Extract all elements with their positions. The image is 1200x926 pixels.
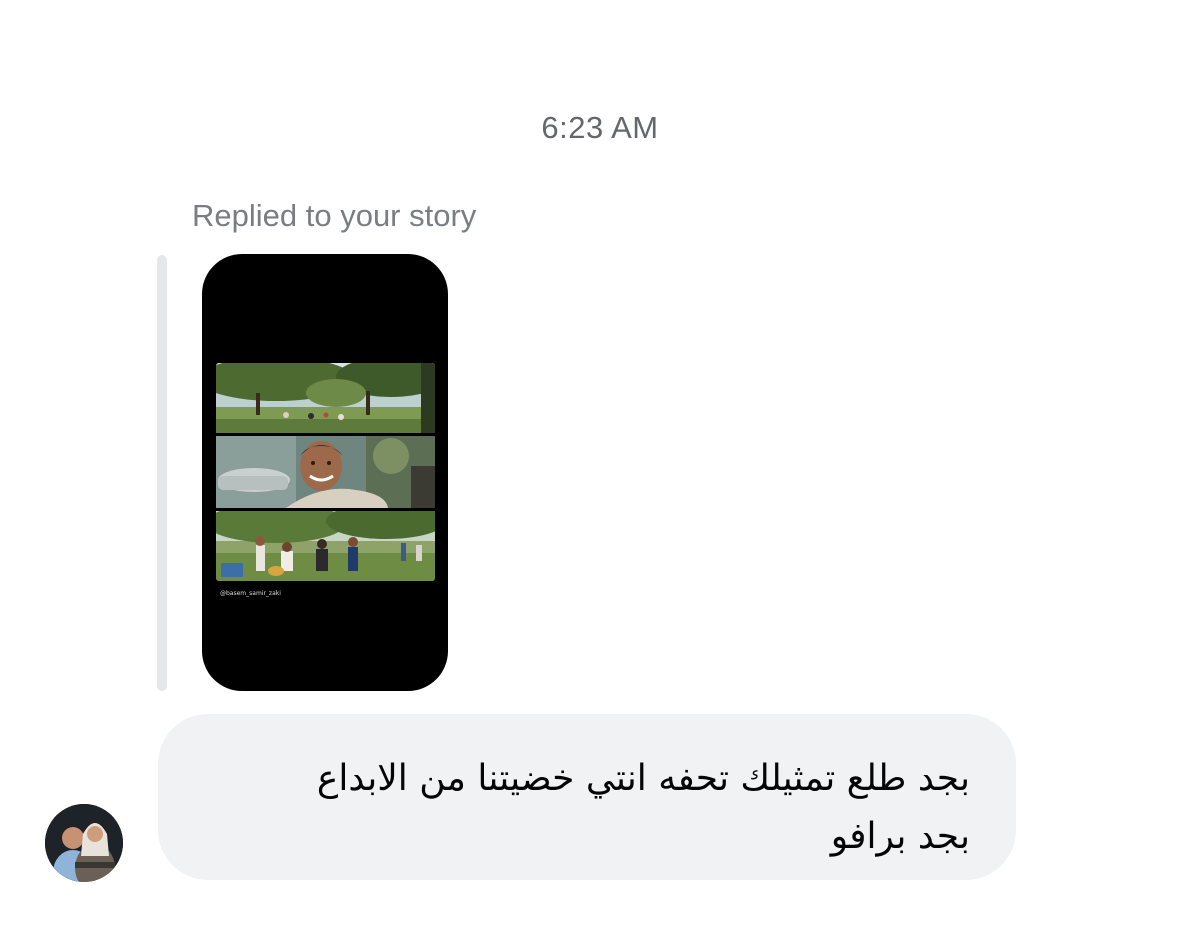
sender-avatar[interactable] [45,804,123,882]
reply-context-label: Replied to your story [192,198,477,233]
message-text: بجد طلع تمثيلك تحفه انتي خضيتنا من الابد… [190,750,970,866]
message-line-1: بجد طلع تمثيلك تحفه انتي خضيتنا من الابد… [316,758,970,799]
story-preview[interactable]: @basem_samir_zaki [202,254,448,691]
story-watermark: @basem_samir_zaki [220,590,281,597]
story-frame-trees [216,363,435,433]
story-frame-group [216,511,435,581]
message-timestamp: 6:23 AM [541,110,659,145]
message-bubble[interactable]: بجد طلع تمثيلك تحفه انتي خضيتنا من الابد… [158,714,1016,880]
story-frame-portrait [216,436,435,508]
chat-screen: 6:23 AM Replied to your story @basem_sam… [0,0,1200,926]
reply-quote-bar [157,255,167,691]
message-line-2: بجد برافو [830,816,970,857]
